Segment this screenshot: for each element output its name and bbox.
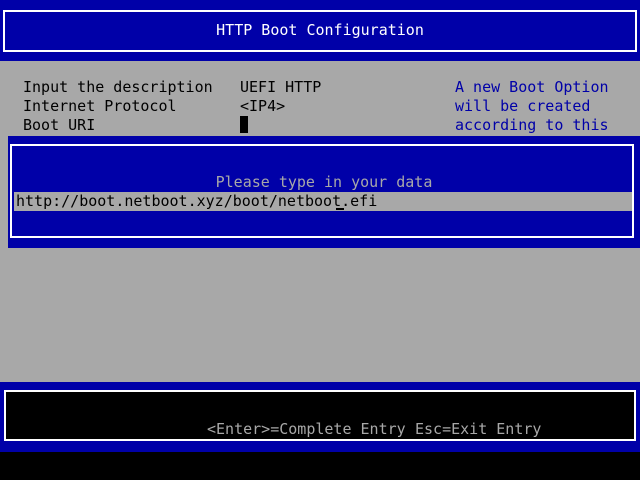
- text-caret: [336, 208, 344, 210]
- bottom-strip: [0, 452, 640, 480]
- input-dialog-prompt: Please type in your data: [215, 173, 433, 191]
- page-title: HTTP Boot Configuration: [216, 21, 424, 39]
- boot-uri-label: Boot URI: [23, 116, 96, 134]
- help-text-line-3: according to this: [455, 116, 609, 134]
- protocol-value[interactable]: <IP4>: [240, 97, 285, 116]
- enter-key-hint: <Enter>=Complete Entry: [207, 420, 406, 438]
- protocol-label: Internet Protocol: [23, 97, 177, 115]
- help-text-line-2: will be created: [455, 97, 591, 115]
- help-text-line-1: A new Boot Option: [455, 78, 609, 96]
- boot-uri-input[interactable]: [14, 192, 632, 211]
- boot-uri-field[interactable]: [240, 116, 248, 133]
- esc-key-hint: Esc=Exit Entry: [415, 420, 542, 438]
- description-label: Input the description: [23, 78, 213, 96]
- description-value[interactable]: UEFI HTTP: [240, 78, 321, 97]
- bios-setup-screen: HTTP Boot Configuration Input the descri…: [0, 0, 640, 480]
